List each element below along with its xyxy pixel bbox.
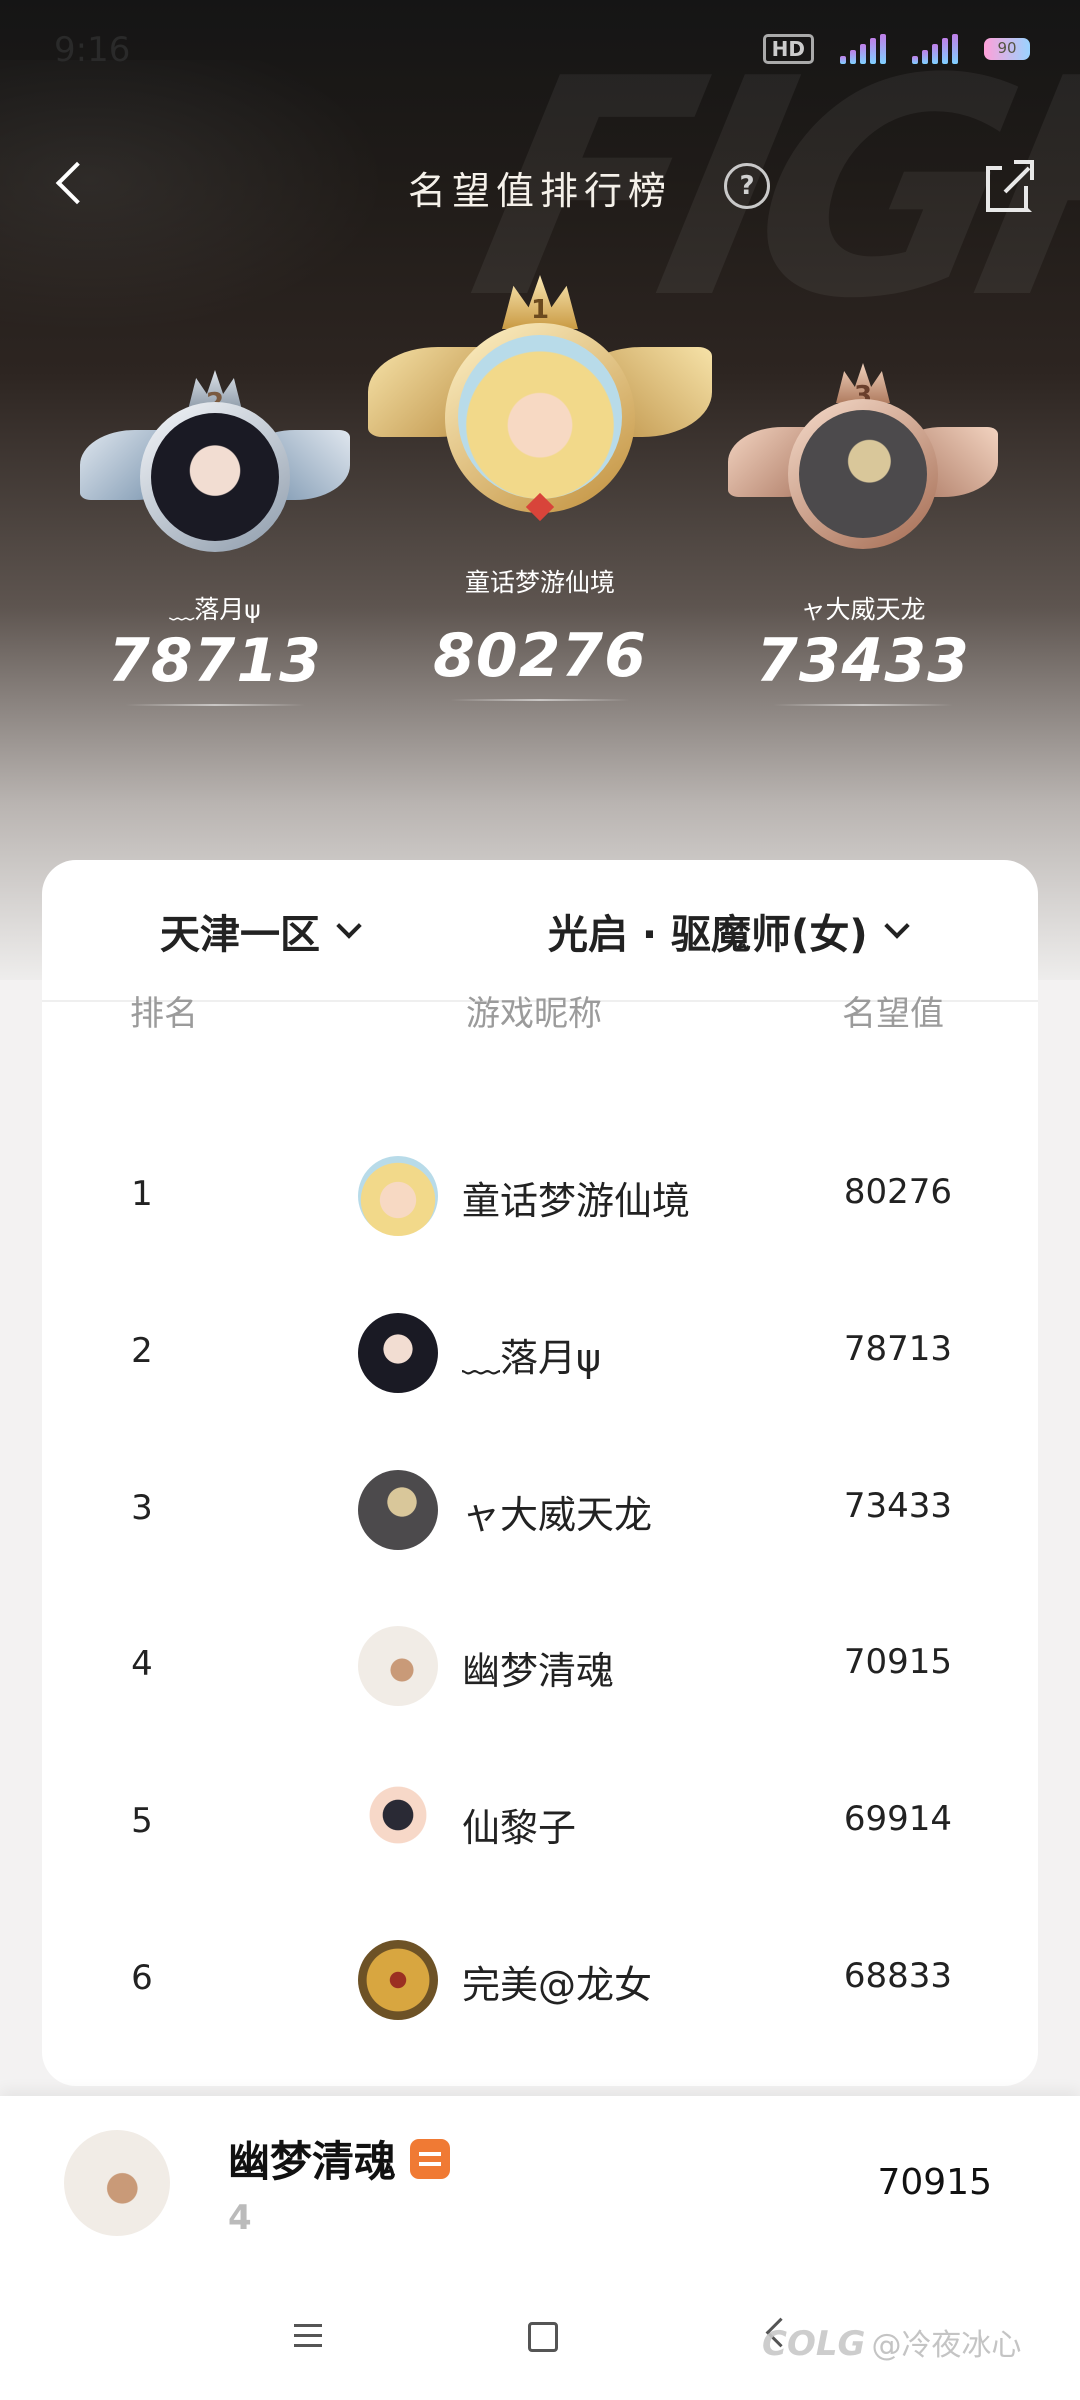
podium-score: 73433 — [756, 626, 970, 696]
status-time: 9:16 — [54, 30, 131, 70]
avatar — [358, 1626, 438, 1706]
class-dropdown-label: 光启 · 驱魔师(女) — [548, 912, 868, 958]
column-header-nickname: 游戏昵称 — [466, 994, 602, 1034]
status-bar: 9:16 HD 90 — [0, 0, 1080, 100]
table-row[interactable]: 6 完美@龙女 68833 — [42, 1920, 1038, 2040]
row-rank: 1 — [131, 1174, 153, 1214]
help-icon[interactable]: ? — [724, 163, 770, 209]
table-row[interactable]: 5 仙黎子 69914 — [42, 1763, 1038, 1883]
column-header-score: 名望值 — [842, 994, 944, 1034]
podium-second[interactable]: 2 ﹏落月ψ 78713 — [70, 360, 360, 706]
battery-level: 90 — [997, 39, 1017, 57]
row-rank: 2 — [131, 1331, 153, 1371]
my-rank-number: 4 — [228, 2198, 252, 2238]
row-score: 73433 — [843, 1486, 952, 1526]
avatar — [151, 413, 279, 541]
bronze-medal-icon: 3 — [718, 355, 1008, 590]
row-score: 69914 — [843, 1799, 952, 1839]
watermark: COLG @冷夜冰心 — [762, 2320, 1021, 2364]
transfer-tag-icon[interactable] — [410, 2138, 451, 2179]
ranking-panel: 天津一区 光启 · 驱魔师(女) 排名 游戏昵称 名望值 1 童话梦游仙境 80… — [42, 860, 1038, 2086]
table-row[interactable]: 3 ャ大威天龙 73433 — [42, 1450, 1038, 1570]
row-nickname: 童话梦游仙境 — [462, 1179, 691, 1223]
row-nickname: 幽梦清魂 — [462, 1649, 615, 1693]
row-nickname: ャ大威天龙 — [462, 1493, 653, 1537]
row-score: 68833 — [843, 1956, 952, 1996]
server-dropdown-label: 天津一区 — [160, 912, 320, 958]
my-nickname: 幽梦清魂 — [228, 2137, 397, 2186]
row-nickname: ﹏落月ψ — [462, 1336, 602, 1380]
row-nickname: 完美@龙女 — [462, 1963, 653, 2007]
share-icon[interactable] — [986, 160, 1034, 212]
row-score: 70915 — [843, 1642, 952, 1682]
my-rank-bar[interactable]: 幽梦清魂 4 70915 — [0, 2096, 1080, 2286]
watermark-brand: COLG — [762, 2324, 866, 2364]
server-dropdown[interactable]: 天津一区 — [160, 902, 362, 960]
avatar — [358, 1313, 438, 1393]
signal-icon — [840, 34, 886, 64]
row-rank: 4 — [131, 1644, 153, 1684]
signal-icon-2 — [912, 34, 958, 64]
chevron-down-icon — [883, 913, 910, 939]
avatar — [358, 1940, 438, 2020]
row-rank: 6 — [131, 1958, 153, 1998]
class-dropdown[interactable]: 光启 · 驱魔师(女) — [548, 902, 910, 960]
avatar — [358, 1470, 438, 1550]
avatar — [64, 2130, 170, 2236]
avatar — [358, 1783, 438, 1863]
divider — [773, 704, 953, 706]
podium-rank-number: 1 — [530, 295, 550, 325]
menu-icon[interactable] — [294, 2324, 322, 2348]
filter-bar: 天津一区 光启 · 驱魔师(女) — [42, 860, 1038, 1002]
row-score: 80276 — [843, 1172, 952, 1212]
podium-name: 童话梦游仙境 — [464, 568, 615, 597]
table-row[interactable]: 2 ﹏落月ψ 78713 — [42, 1293, 1038, 1413]
avatar — [799, 410, 927, 538]
podium-name: ﹏落月ψ — [169, 595, 261, 624]
chevron-down-icon — [336, 913, 362, 939]
home-icon[interactable] — [528, 2322, 558, 2352]
hd-indicator-icon: HD — [762, 34, 814, 64]
row-nickname: 仙黎子 — [462, 1806, 577, 1850]
podium-name: ャ大威天龙 — [800, 595, 926, 624]
status-icons: HD 90 — [762, 34, 1030, 64]
battery-icon: 90 — [984, 38, 1030, 60]
table-row[interactable]: 1 童话梦游仙境 80276 — [42, 1136, 1038, 1256]
podium-score: 78713 — [108, 626, 322, 696]
avatar — [458, 335, 622, 499]
my-score: 70915 — [877, 2162, 992, 2203]
divider — [450, 699, 630, 701]
podium-score: 80276 — [433, 621, 647, 691]
podium-third[interactable]: 3 ャ大威天龙 73433 — [718, 355, 1008, 706]
silver-medal-icon: 2 — [70, 360, 360, 590]
row-score: 78713 — [843, 1329, 952, 1369]
divider — [125, 704, 305, 706]
avatar — [358, 1156, 438, 1236]
row-rank: 3 — [131, 1488, 153, 1528]
table-row[interactable]: 4 幽梦清魂 70915 — [42, 1606, 1038, 1726]
podium-first[interactable]: 1 童话梦游仙境 80276 — [362, 275, 718, 701]
row-rank: 5 — [131, 1801, 153, 1841]
gold-medal-icon: 1 — [362, 275, 718, 565]
page-title: 名望值排行榜 — [407, 169, 672, 213]
watermark-author: @冷夜冰心 — [871, 2328, 1022, 2363]
column-header-rank: 排名 — [130, 994, 198, 1034]
